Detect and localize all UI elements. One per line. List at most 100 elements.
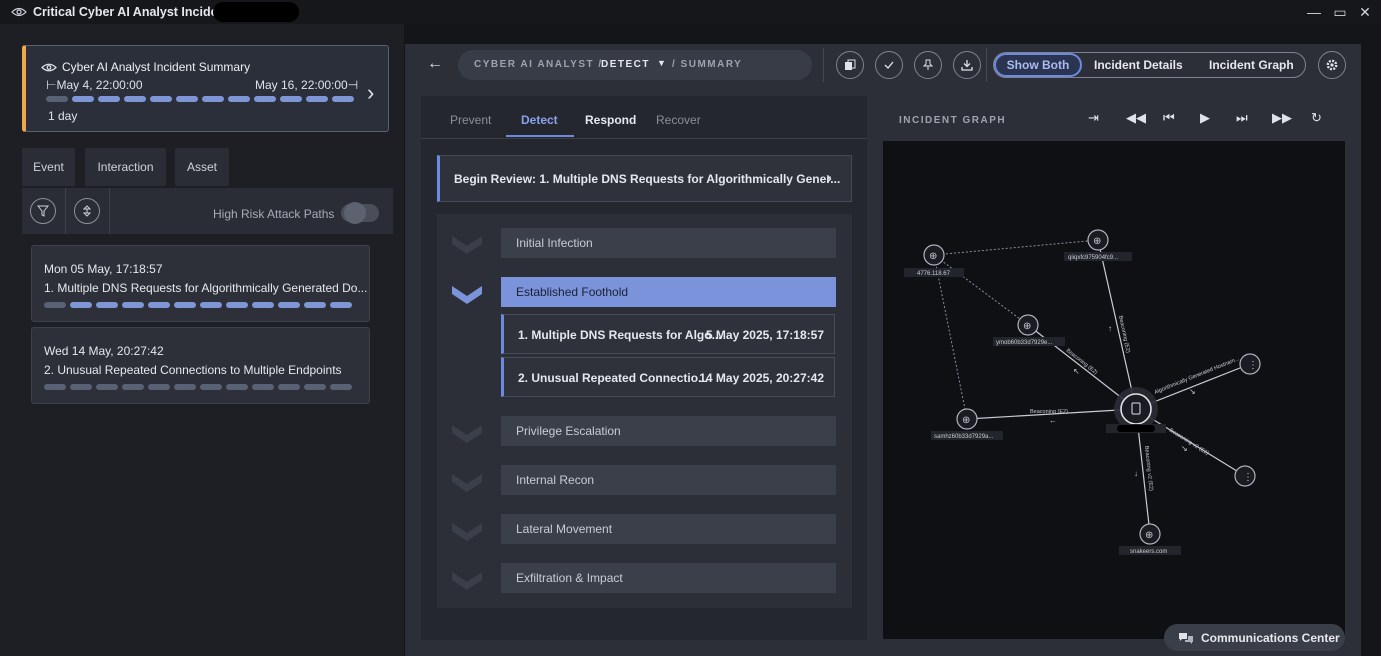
toggle-knob[interactable] (344, 202, 366, 224)
event-name: 2. Unusual Repeated Connections to Multi… (44, 363, 342, 377)
redacted-name (213, 2, 299, 22)
event-pills (44, 302, 352, 308)
communications-center-label: Communications Center (1201, 630, 1340, 645)
attack-stages: Initial Infection Established Foothold 1… (437, 214, 852, 608)
event-card[interactable]: Mon 05 May, 17:18:57 1. Multiple DNS Req… (31, 245, 370, 322)
chevron-down-icon (452, 474, 482, 492)
incident-summary-card[interactable]: Cyber AI Analyst Incident Summary ⊢May 4… (22, 45, 389, 132)
stage-event-row[interactable]: 2. Unusual Repeated Connectio... 14 May … (501, 357, 835, 397)
back-arrow-icon[interactable]: ← (427, 55, 443, 73)
stage-event-time: 14 May 2025, 20:27:42 (699, 371, 824, 385)
chevron-down-icon (452, 572, 482, 590)
summary-duration: 1 day (48, 109, 78, 123)
communications-center-button[interactable]: Communications Center (1164, 624, 1345, 651)
begin-review-button[interactable]: Begin Review: 1. Multiple DNS Requests f… (437, 155, 852, 202)
pin-button[interactable] (914, 51, 942, 79)
graph-node: ⊕ 4776.118.67 (904, 244, 964, 277)
stage-internal-recon[interactable]: Internal Recon (501, 465, 836, 495)
incident-graph-button[interactable]: Incident Graph (1209, 58, 1294, 72)
edge-label: Beaconing (E2) (1065, 348, 1099, 376)
svg-text:snakeers.com: snakeers.com (1130, 549, 1167, 555)
event-pills (44, 384, 352, 390)
settings-button[interactable] (1318, 51, 1346, 79)
breadcrumb[interactable]: CYBER AI ANALYST / DETECT ▼ / SUMMARY (458, 50, 812, 80)
caret-down-icon[interactable]: ▼ (657, 58, 666, 68)
event-card[interactable]: Wed 14 May, 20:27:42 2. Unusual Repeated… (31, 327, 370, 404)
edge-label: Algorithmically Generated Hostnam... (1154, 356, 1241, 396)
svg-text:⊕: ⊕ (1145, 530, 1153, 541)
stage-event-name: 1. Multiple DNS Requests for Algo... (518, 328, 722, 342)
incident-details-button[interactable]: Incident Details (1094, 58, 1183, 72)
incident-graph-canvas[interactable]: Beaconing (E2) Beaconing (E2) Beaconing … (883, 141, 1345, 639)
graph-node: ⊕ snakeers.com (1119, 523, 1181, 555)
graph-node-more: ⋮ (1234, 465, 1256, 487)
event-date: Mon 05 May, 17:18:57 (44, 262, 163, 276)
svg-text:↑: ↑ (1108, 324, 1112, 333)
stage-privilege-escalation[interactable]: Privilege Escalation (501, 416, 836, 446)
summary-end-time: May 16, 22:00:00⊣ (255, 78, 359, 92)
tab-asset[interactable]: Asset (175, 148, 229, 186)
graph-node: ⊕ samhz60b33d7929a... (931, 408, 1003, 440)
tab-prevent[interactable]: Prevent (450, 113, 491, 127)
stage-exfiltration-impact[interactable]: Exfiltration & Impact (501, 563, 836, 593)
svg-text:⊕: ⊕ (1093, 236, 1101, 247)
tab-recover[interactable]: Recover (656, 113, 701, 127)
stage-established-foothold[interactable]: Established Foothold (501, 277, 836, 307)
tab-event[interactable]: Event (22, 148, 75, 186)
svg-text:←: ← (1049, 416, 1057, 425)
stage-event-row[interactable]: 1. Multiple DNS Requests for Algo... 5 M… (501, 314, 835, 354)
graph-node: ⊕ qiiqxfc975904fc9... (1064, 229, 1132, 261)
sort-button[interactable] (74, 198, 100, 224)
play-icon[interactable]: ▶ (1200, 110, 1210, 126)
title-bar: Critical Cyber AI Analyst Incident - — ▭… (0, 0, 1381, 24)
tab-detect[interactable]: Detect (521, 113, 558, 127)
high-risk-label: High Risk Attack Paths (213, 207, 335, 221)
breadcrumb-leaf[interactable]: / SUMMARY (672, 59, 742, 70)
view-toggle: Show Both Incident Details Incident Grap… (993, 52, 1306, 78)
svg-text:↘: ↘ (1189, 387, 1196, 396)
breadcrumb-current[interactable]: DETECT (601, 59, 650, 70)
collapse-icon[interactable]: ⇥ (1088, 110, 1099, 126)
stage-event-time: 5 May 2025, 17:18:57 (705, 328, 824, 342)
filter-button[interactable] (30, 198, 56, 224)
minimize-button[interactable]: — (1305, 3, 1323, 21)
chevron-down-icon (452, 236, 482, 254)
summary-start-time: ⊢May 4, 22:00:00 (46, 78, 143, 92)
graph-node: ⊕ ymob60b33d7929e... (993, 314, 1065, 346)
stage-initial-infection[interactable]: Initial Infection (501, 228, 836, 258)
summary-title: Cyber AI Analyst Incident Summary (62, 60, 251, 74)
timeline-pills (46, 96, 354, 102)
chevron-down-icon (452, 286, 482, 304)
chevron-down-icon (452, 425, 482, 443)
tab-interaction[interactable]: Interaction (85, 148, 166, 186)
window-title: Critical Cyber AI Analyst Incident - (33, 5, 237, 19)
gear-icon (1326, 59, 1338, 71)
incident-graph: Beaconing (E2) Beaconing (E2) Beaconing … (904, 229, 1261, 555)
rewind-icon[interactable]: ◀◀ (1126, 110, 1146, 126)
svg-text:⊕: ⊕ (962, 415, 970, 426)
svg-text:↘: ↘ (1181, 444, 1188, 453)
svg-text:⊕: ⊕ (929, 251, 937, 262)
divider (421, 138, 867, 139)
stage-lateral-movement[interactable]: Lateral Movement (501, 514, 836, 544)
acknowledge-button[interactable] (875, 51, 903, 79)
refresh-icon[interactable]: ↻ (1311, 110, 1322, 126)
svg-text:⊕: ⊕ (1023, 321, 1031, 332)
close-button[interactable]: ✕ (1356, 3, 1374, 21)
breadcrumb-root[interactable]: CYBER AI ANALYST / (474, 59, 603, 70)
copy-button[interactable] (836, 51, 864, 79)
maximize-button[interactable]: ▭ (1331, 3, 1349, 21)
chevron-right-icon[interactable]: › (367, 80, 374, 106)
check-icon (884, 61, 894, 69)
svg-text:⋮: ⋮ (1243, 472, 1253, 483)
download-button[interactable] (953, 51, 981, 79)
skip-forward-icon[interactable]: ⏭ (1236, 110, 1248, 126)
graph-title: INCIDENT GRAPH (899, 115, 1007, 126)
skip-back-icon[interactable]: ⏮ (1163, 110, 1175, 126)
event-name: 1. Multiple DNS Requests for Algorithmic… (44, 281, 368, 295)
show-both-button[interactable]: Show Both (994, 53, 1082, 77)
filter-row: High Risk Attack Paths (22, 188, 393, 234)
graph-header: INCIDENT GRAPH ⇥ ◀◀ ⏮ ▶ ⏭ ▶▶ ↻ (883, 96, 1345, 140)
fast-forward-icon[interactable]: ▶▶ (1272, 110, 1292, 126)
tab-respond[interactable]: Respond (585, 113, 636, 127)
